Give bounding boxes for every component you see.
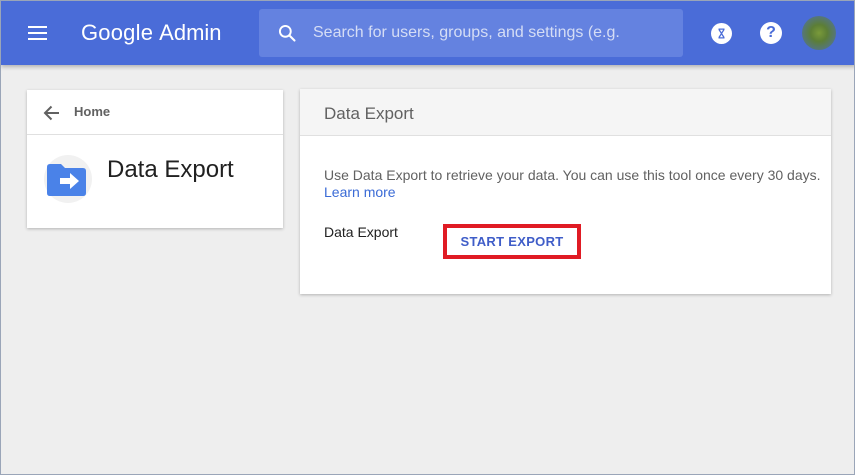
top-app-bar: GoogleAdmin ? [1, 1, 854, 65]
logo-admin-text: Admin [159, 20, 222, 45]
back-home-label: Home [74, 104, 111, 119]
help-button[interactable]: ? [760, 22, 782, 44]
app-window: GoogleAdmin ? Home [0, 0, 855, 475]
hourglass-button[interactable] [711, 23, 732, 44]
folder-export-icon [47, 164, 86, 196]
search-input[interactable] [313, 21, 623, 45]
arrow-left-icon [43, 105, 59, 121]
hamburger-menu-icon[interactable] [27, 23, 49, 43]
learn-more-link[interactable]: Learn more [324, 184, 396, 200]
card-header: Data Export [300, 89, 831, 136]
app-info-card: Home Data Export [27, 90, 283, 228]
app-title: Data Export [107, 156, 234, 183]
avatar[interactable] [802, 16, 836, 50]
app-icon [44, 155, 92, 203]
card-header-title: Data Export [324, 104, 414, 123]
help-icon: ? [766, 24, 776, 41]
description-text: Use Data Export to retrieve your data. Y… [324, 167, 821, 183]
hourglass-icon [718, 28, 725, 39]
google-admin-logo[interactable]: Google Admin [81, 18, 222, 48]
start-export-button[interactable]: START EXPORT [450, 231, 574, 252]
logo-google-text: Google [81, 20, 154, 45]
search-icon [278, 24, 296, 42]
data-export-field-label: Data Export [324, 224, 398, 240]
search-box[interactable] [259, 9, 683, 57]
data-export-card: Data Export Use Data Export to retrieve … [300, 89, 831, 294]
back-home-link[interactable]: Home [27, 90, 283, 135]
